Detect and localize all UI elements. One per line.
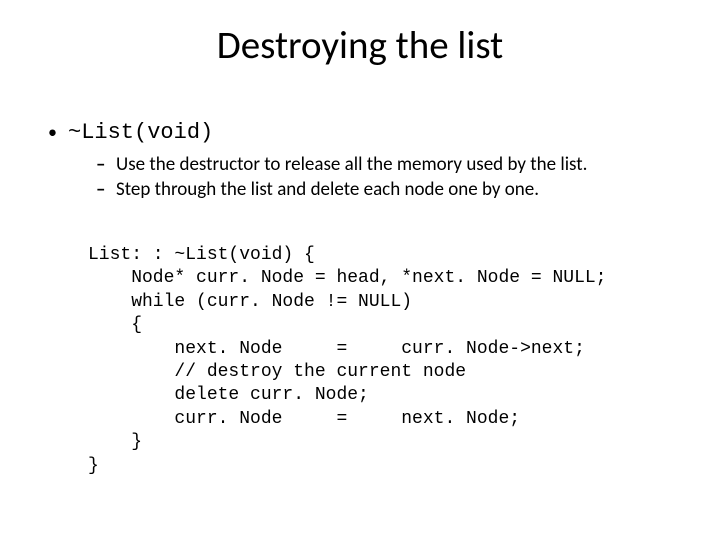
slide: Destroying the list • ~List(void) – Use … xyxy=(0,0,720,540)
bullet-text: ~List(void) xyxy=(68,119,213,147)
bullet-level2: – Use the destructor to release all the … xyxy=(48,153,672,177)
bullet-dash-icon: – xyxy=(96,153,116,177)
bullet-level2: – Step through the list and delete each … xyxy=(48,178,672,202)
bullet-dot-icon: • xyxy=(48,121,68,144)
bullet-dash-icon: – xyxy=(96,178,116,202)
bullet-text: Step through the list and delete each no… xyxy=(116,178,539,202)
slide-title: Destroying the list xyxy=(0,0,720,69)
bullet-level1: • ~List(void) xyxy=(48,119,672,147)
bullet-text: Use the destructor to release all the me… xyxy=(116,153,587,177)
slide-content: • ~List(void) – Use the destructor to re… xyxy=(0,69,720,478)
code-block: List: : ~List(void) { Node* curr. Node =… xyxy=(88,244,672,478)
